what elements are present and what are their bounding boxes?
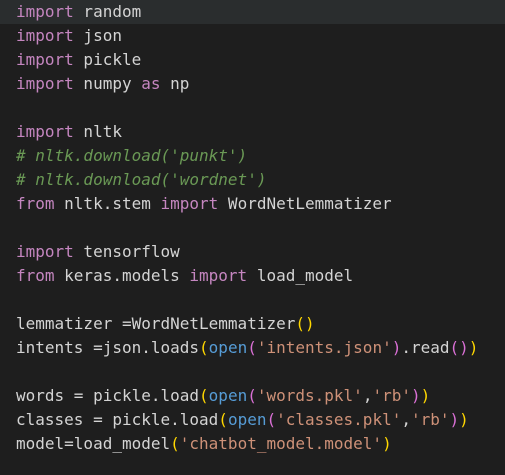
- paren1-token: ): [382, 434, 392, 453]
- string-token: 'rb': [372, 386, 411, 405]
- plain-token: nltk.stem: [54, 194, 161, 213]
- code-line[interactable]: [16, 360, 478, 384]
- keyword-token: import: [16, 50, 74, 69]
- code-line[interactable]: import random: [16, 0, 478, 24]
- code-line[interactable]: # nltk.download('punkt'): [16, 144, 478, 168]
- plain-token: keras.models: [54, 266, 190, 285]
- plain-token: json: [73, 26, 122, 45]
- paren2-token: ): [449, 410, 460, 429]
- plain-token: numpy: [73, 74, 142, 93]
- keyword-token: import: [16, 26, 74, 45]
- plain-token: load_model: [247, 266, 354, 285]
- plain-token: lemmatizer =WordNetLemmatizer: [16, 314, 296, 333]
- code-editor[interactable]: import random import json import pickle imp…: [0, 0, 505, 475]
- code-line[interactable]: import tensorflow: [16, 240, 478, 264]
- code-line[interactable]: classes = pickle.load(open('classes.pkl'…: [16, 408, 478, 432]
- code-line[interactable]: # nltk.download('wordnet'): [16, 168, 478, 192]
- paren1-token: (: [170, 434, 180, 453]
- plain-token: random: [73, 2, 142, 21]
- paren1-token: (: [218, 410, 228, 429]
- plain-token: words = pickle.load: [16, 386, 200, 405]
- code-line[interactable]: import json: [16, 24, 478, 48]
- code-line[interactable]: intents =json.loads(open('intents.json')…: [16, 336, 478, 360]
- plain-token: ,: [401, 410, 411, 429]
- code-line[interactable]: lemmatizer =WordNetLemmatizer(): [16, 312, 478, 336]
- string-token: 'intents.json': [256, 338, 392, 357]
- code-line[interactable]: [16, 96, 478, 120]
- string-token: 'classes.pkl': [276, 410, 402, 429]
- string-token: 'chatbot_model.model': [179, 434, 383, 453]
- keyword-token: import: [189, 266, 248, 285]
- keyword-token: import: [16, 122, 74, 141]
- builtin-token: open: [208, 338, 248, 357]
- code-line[interactable]: model=load_model('chatbot_model.model'): [16, 432, 478, 456]
- builtin-token: open: [208, 386, 248, 405]
- keyword-token: import: [16, 2, 74, 21]
- code-line[interactable]: words = pickle.load(open('words.pkl','rb…: [16, 384, 478, 408]
- code-line[interactable]: import numpy as np: [16, 72, 478, 96]
- plain-token: pickle: [73, 50, 142, 69]
- string-token: 'words.pkl': [256, 386, 363, 405]
- paren1-token: (: [199, 386, 209, 405]
- paren1-token: ): [459, 410, 469, 429]
- paren1-token: ): [468, 338, 479, 357]
- plain-token: model=load_model: [16, 434, 171, 453]
- plain-token: intents =json.loads: [16, 338, 200, 357]
- code-line[interactable]: [16, 216, 478, 240]
- plain-token: tensorflow: [73, 242, 180, 261]
- comment-token: # nltk.download('wordnet'): [16, 170, 267, 189]
- paren2-token: (): [449, 338, 469, 357]
- code-line[interactable]: import pickle: [16, 48, 478, 72]
- paren2-token: ): [410, 386, 421, 405]
- paren2-token: (: [266, 410, 277, 429]
- code-lines: import random import json import pickle imp…: [16, 0, 478, 456]
- plain-token: WordNetLemmatizer: [218, 194, 392, 213]
- code-line[interactable]: [16, 288, 478, 312]
- paren2-token: ): [391, 338, 402, 357]
- keyword-token: as: [141, 74, 161, 93]
- plain-token: classes = pickle.load: [16, 410, 219, 429]
- keyword-token: from: [16, 266, 55, 285]
- builtin-token: open: [227, 410, 267, 429]
- paren2-token: (: [247, 338, 257, 357]
- paren1-token: ): [420, 386, 431, 405]
- comment-token: # nltk.download('punkt'): [16, 146, 248, 165]
- plain-token: .read: [401, 338, 450, 357]
- string-token: 'rb': [410, 410, 450, 429]
- paren1-token: (: [199, 338, 209, 357]
- paren1-token: (): [295, 314, 315, 333]
- keyword-token: import: [16, 74, 74, 93]
- code-line[interactable]: import nltk: [16, 120, 478, 144]
- plain-token: ,: [362, 386, 373, 405]
- code-line[interactable]: from nltk.stem import WordNetLemmatizer: [16, 192, 478, 216]
- paren2-token: (: [247, 386, 257, 405]
- plain-token: np: [160, 74, 190, 93]
- keyword-token: import: [160, 194, 219, 213]
- code-line[interactable]: from keras.models import load_model: [16, 264, 478, 288]
- keyword-token: from: [16, 194, 55, 213]
- plain-token: nltk: [73, 122, 122, 141]
- keyword-token: import: [16, 242, 74, 261]
